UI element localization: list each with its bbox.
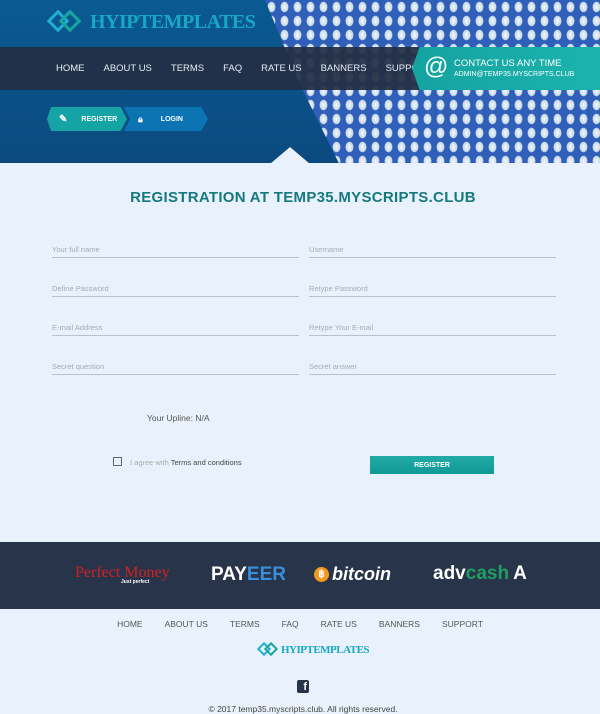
adv-b: cash	[465, 563, 510, 584]
nav-terms[interactable]: TERMS	[171, 63, 204, 74]
agree-label: I agree with Terms and conditions	[130, 458, 242, 467]
logo-text: HYIPTEMPLATES	[90, 10, 256, 33]
at-icon: @	[424, 53, 449, 80]
logo[interactable]: HYIPTEMPLATES	[46, 9, 256, 35]
adv-a: adv	[433, 563, 466, 584]
contact-email[interactable]: ADMIN@TEMP35.MYSCRIPTS.CLUB	[454, 71, 574, 78]
pencil-icon: ✎	[59, 113, 68, 125]
secret-question-input[interactable]	[52, 355, 299, 375]
register-submit-button[interactable]: REGISTER	[370, 456, 494, 474]
bitcoin-logo: ฿ bitcoin	[314, 564, 391, 585]
contact-title: CONTACT US ANY TIME	[454, 58, 562, 69]
fullname-input[interactable]	[52, 238, 299, 258]
nav-rate-us[interactable]: RATE US	[261, 63, 301, 74]
retype-password-input[interactable]	[309, 277, 556, 297]
register-tab[interactable]: ✎ REGISTER	[47, 107, 127, 131]
bitcoin-icon: ฿	[314, 567, 329, 582]
login-tab-label: LOGIN	[160, 115, 183, 123]
nav-faq[interactable]: FAQ	[223, 63, 242, 74]
footer-nav-about[interactable]: ABOUT US	[165, 619, 208, 629]
advcash-a-icon: A	[513, 563, 527, 584]
footer-nav-home[interactable]: HOME	[117, 619, 143, 629]
email-input[interactable]	[52, 316, 299, 336]
password-input[interactable]	[52, 277, 299, 297]
payment-logos: Perfect Money Just perfect PAYEER ฿ bitc…	[0, 542, 600, 609]
footer-logo-diamond-icon	[256, 641, 279, 658]
footer-nav-terms[interactable]: TERMS	[230, 619, 260, 629]
footer-nav-rate-us[interactable]: RATE US	[321, 619, 357, 629]
upline-text: Your Upline: N/A	[147, 413, 210, 423]
terms-link[interactable]: Terms and conditions	[171, 458, 242, 467]
lock-icon: 🔒︎	[138, 113, 143, 124]
footer-nav-banners[interactable]: BANNERS	[379, 619, 420, 629]
footer-logo-text: HYIPTEMPLATES	[281, 644, 370, 656]
payeer-b: EER	[246, 564, 286, 585]
nav-banners[interactable]: BANNERS	[321, 63, 367, 74]
page-title: REGISTRATION AT TEMP35.MYSCRIPTS.CLUB	[130, 189, 476, 206]
footer-nav-faq[interactable]: FAQ	[282, 619, 299, 629]
nav-home[interactable]: HOME	[56, 63, 85, 74]
nav-about[interactable]: ABOUT US	[104, 63, 152, 74]
bitcoin-text: bitcoin	[332, 564, 391, 584]
username-input[interactable]	[309, 238, 556, 258]
login-tab[interactable]: 🔒︎ LOGIN	[124, 107, 208, 131]
copyright: © 2017 temp35.myscripts.club. All rights…	[208, 704, 398, 714]
facebook-icon[interactable]: f	[297, 680, 309, 693]
footer-nav: HOME ABOUT US TERMS FAQ RATE US BANNERS …	[0, 619, 600, 629]
footer-logo[interactable]: HYIPTEMPLATES	[256, 641, 370, 658]
payeer-logo: PAYEER	[211, 564, 286, 586]
advcash-logo: advcash A	[433, 563, 527, 585]
perfect-money-logo: Perfect Money Just perfect	[75, 564, 170, 585]
payeer-a: PAY	[211, 564, 247, 585]
secret-answer-input[interactable]	[309, 355, 556, 375]
register-tab-label: REGISTER	[81, 115, 118, 123]
contact-box: @ CONTACT US ANY TIME ADMIN@TEMP35.MYSCR…	[412, 47, 600, 90]
retype-email-input[interactable]	[309, 316, 556, 336]
footer-nav-support[interactable]: SUPPORT	[442, 619, 483, 629]
agree-prefix: I agree with	[130, 458, 171, 467]
header-notch	[270, 147, 310, 163]
header: HYIPTEMPLATES HOME ABOUT US TERMS FAQ RA…	[0, 0, 600, 163]
agree-checkbox[interactable]	[113, 457, 122, 466]
logo-diamond-icon	[46, 9, 88, 35]
